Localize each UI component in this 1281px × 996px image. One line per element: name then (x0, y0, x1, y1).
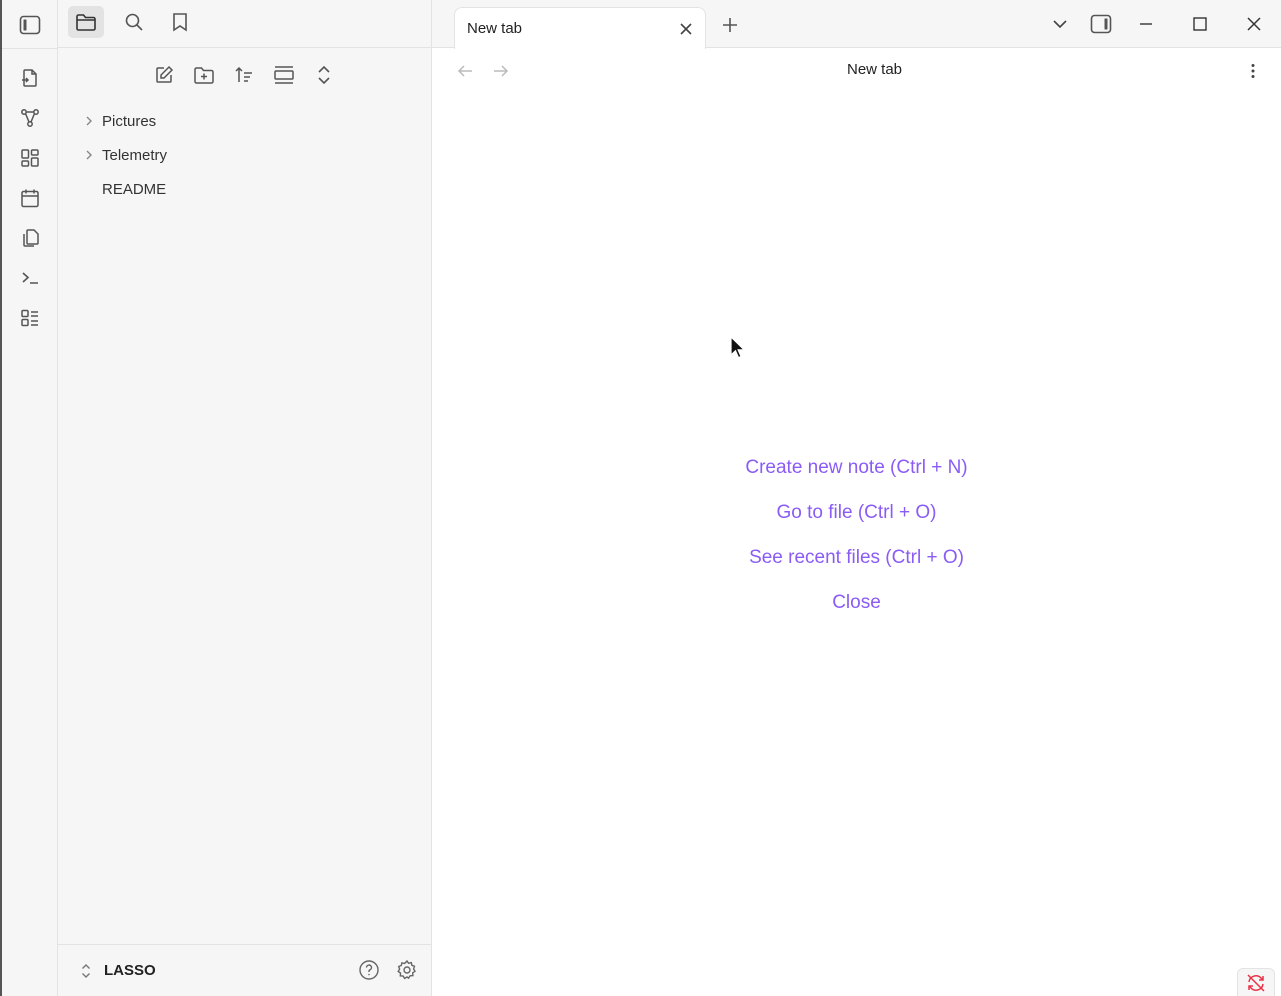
bookmark-icon (171, 12, 189, 32)
tab-bar: New tab (432, 0, 1281, 49)
tab-files[interactable] (68, 6, 104, 38)
maximize-button[interactable] (1173, 0, 1227, 48)
tab-list-button[interactable] (1037, 0, 1083, 48)
close-tab-link[interactable]: Close (832, 587, 881, 632)
tab-new-tab[interactable]: New tab (454, 7, 706, 49)
outline-button[interactable] (2, 298, 58, 338)
toggle-left-sidebar-button[interactable] (16, 12, 44, 38)
tab-search[interactable] (116, 6, 152, 38)
close-window-button[interactable] (1227, 0, 1281, 48)
command-palette-button[interactable] (2, 258, 58, 298)
chevrons-up-down-icon (316, 65, 332, 85)
sync-off-icon (1246, 973, 1266, 993)
vault-name: LASSO (104, 962, 156, 979)
tab-title: New tab (467, 20, 523, 37)
calendar-icon (20, 188, 40, 208)
canvas-button[interactable] (2, 138, 58, 178)
maximize-icon (1193, 17, 1207, 31)
layout-dashboard-icon (20, 148, 40, 168)
daily-note-button[interactable] (2, 178, 58, 218)
auto-reveal-button[interactable] (266, 58, 302, 92)
mouse-cursor (730, 336, 746, 360)
file-tree: Pictures Telemetry README (76, 104, 416, 206)
folder-plus-icon (193, 65, 215, 85)
minimize-icon (1139, 17, 1153, 31)
new-tab-button[interactable] (716, 12, 744, 38)
help-icon[interactable] (358, 959, 380, 981)
chevron-right-icon (76, 149, 102, 161)
close-icon (679, 22, 693, 36)
ribbon-actions (2, 58, 58, 338)
more-vertical-icon (1250, 63, 1256, 79)
sync-status-button[interactable] (1237, 968, 1275, 996)
quick-switcher-button[interactable] (2, 58, 58, 98)
list-icon (20, 308, 40, 328)
tree-folder-pictures[interactable]: Pictures (76, 104, 416, 138)
minimize-button[interactable] (1119, 0, 1173, 48)
terminal-icon (20, 268, 40, 288)
more-options-button[interactable] (1241, 59, 1265, 83)
file-switch-icon (20, 68, 40, 88)
recent-files-link[interactable]: See recent files (Ctrl + O) (749, 542, 964, 587)
sort-icon (234, 65, 254, 85)
close-icon (1247, 17, 1261, 31)
new-note-button[interactable] (146, 58, 182, 92)
tree-folder-telemetry[interactable]: Telemetry (76, 138, 416, 172)
create-new-note-link[interactable]: Create new note (Ctrl + N) (745, 452, 967, 497)
ribbon (0, 0, 60, 996)
sidebar-left-icon (19, 15, 41, 35)
view-header: New tab (432, 49, 1281, 93)
vault-switcher[interactable]: LASSO (80, 962, 156, 980)
vault-footer: LASSO (58, 944, 432, 996)
templates-button[interactable] (2, 218, 58, 258)
new-folder-button[interactable] (186, 58, 222, 92)
folder-icon (75, 12, 97, 32)
chevrons-up-down-icon (80, 962, 92, 980)
tab-bookmarks[interactable] (162, 6, 198, 38)
plus-icon (721, 16, 739, 34)
app-window: Pictures Telemetry README LASSO New tab … (0, 0, 1281, 996)
main-workspace: New tab New tab Create new note (Ctrl + … (432, 0, 1281, 996)
edit-icon (154, 65, 174, 85)
reveal-icon (273, 65, 295, 85)
tree-item-label: Pictures (102, 112, 157, 130)
search-icon (124, 12, 144, 32)
file-explorer-toolbar (146, 58, 342, 92)
go-to-file-link[interactable]: Go to file (Ctrl + O) (777, 497, 937, 542)
footer-actions (358, 959, 418, 981)
chevron-down-icon (1052, 19, 1068, 29)
tree-file-readme[interactable]: README (76, 172, 416, 206)
settings-gear-icon[interactable] (396, 959, 418, 981)
graph-icon (20, 108, 40, 128)
tree-item-label: README (102, 180, 167, 198)
tab-close-button[interactable] (671, 14, 701, 44)
graph-view-button[interactable] (2, 98, 58, 138)
view-title: New tab (846, 61, 903, 78)
files-icon (20, 228, 40, 248)
sort-order-button[interactable] (226, 58, 262, 92)
sidebar-right-icon (1090, 14, 1112, 34)
chevron-right-icon (76, 115, 102, 127)
collapse-all-button[interactable] (306, 58, 342, 92)
toggle-right-sidebar-button[interactable] (1083, 0, 1119, 48)
left-sidebar: Pictures Telemetry README LASSO (58, 0, 432, 996)
empty-state-actions: Create new note (Ctrl + N) Go to file (C… (432, 452, 1281, 632)
ribbon-divider (2, 48, 60, 49)
window-controls (1037, 0, 1281, 48)
sidebar-tab-header (58, 0, 432, 48)
tree-item-label: Telemetry (102, 146, 168, 164)
